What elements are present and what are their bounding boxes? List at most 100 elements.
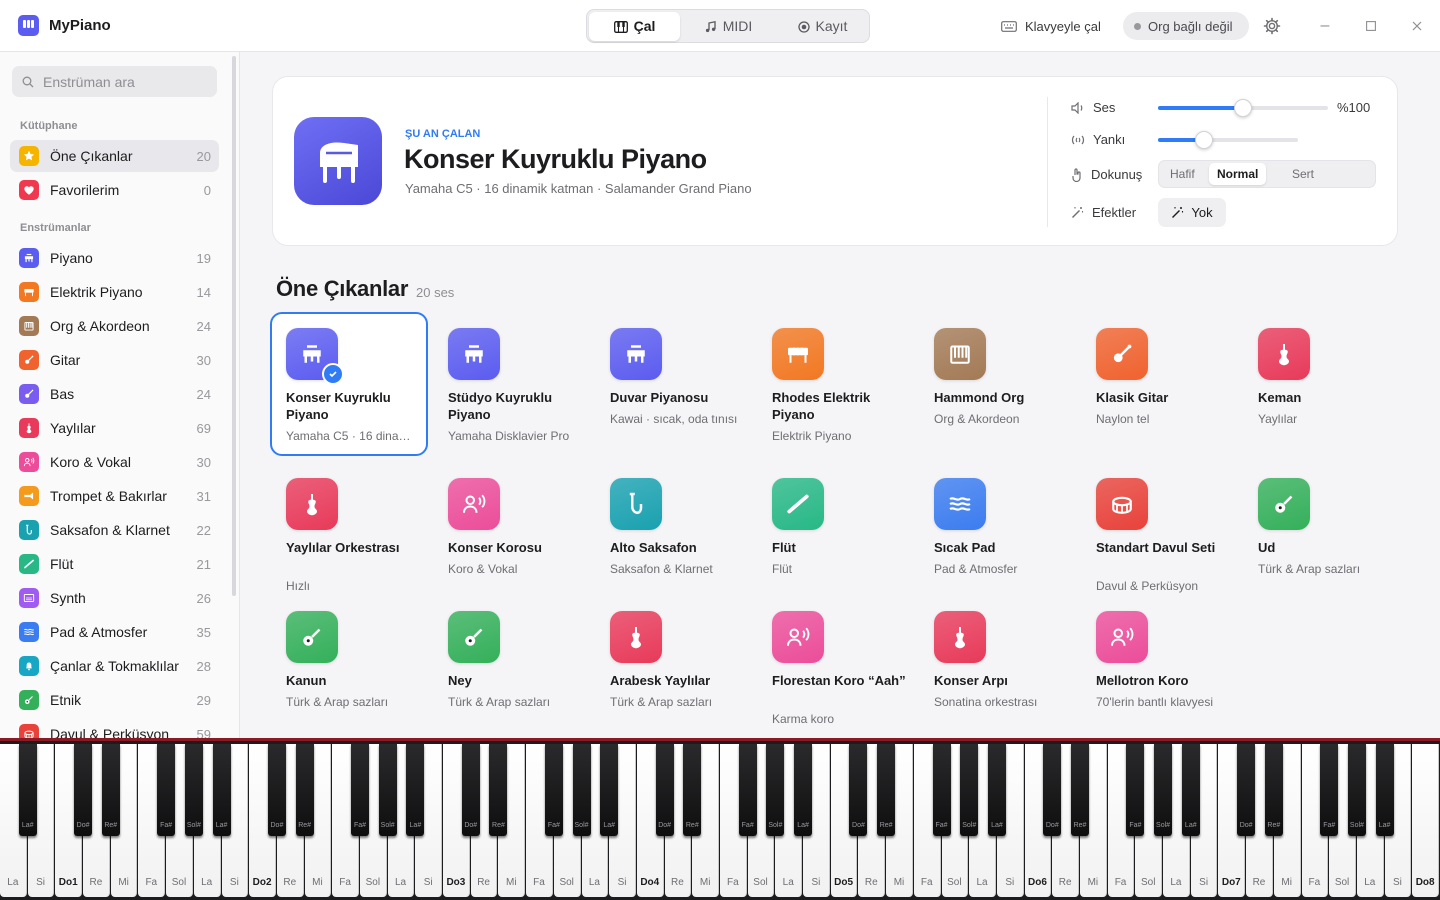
reverb-slider[interactable] xyxy=(1158,131,1298,149)
black-key[interactable]: Do# xyxy=(1237,744,1256,836)
reverb-slider-knob[interactable] xyxy=(1195,131,1213,149)
sidebar-item[interactable]: Flüt 21 xyxy=(10,548,219,580)
black-key-label: Sol# xyxy=(962,822,977,829)
black-key[interactable]: La# xyxy=(1181,744,1200,836)
close-icon[interactable] xyxy=(1407,16,1427,36)
instrument-card[interactable]: Mellotron Koro 70'lerin bantlı klavyesi xyxy=(1080,595,1238,739)
instrument-card[interactable]: Alto Saksafon Saksafon & Klarnet xyxy=(594,462,752,606)
black-key[interactable]: Re# xyxy=(489,744,508,836)
black-key[interactable]: Fa# xyxy=(157,744,176,836)
black-key[interactable]: La# xyxy=(794,744,813,836)
sidebar-item-label: Çanlar & Tokmaklılar xyxy=(50,658,179,674)
instrument-card[interactable]: Kanun Türk & Arap sazları xyxy=(270,595,428,739)
black-key[interactable]: Fa# xyxy=(1126,744,1145,836)
black-key-label: La# xyxy=(409,822,422,829)
instrument-card[interactable]: Konser Korosu Koro & Vokal xyxy=(432,462,590,606)
black-key[interactable]: Do# xyxy=(1043,744,1062,836)
black-key[interactable]: Sol# xyxy=(1154,744,1173,836)
black-key[interactable]: Fa# xyxy=(351,744,369,836)
black-key[interactable]: Re# xyxy=(101,744,120,836)
effects-button[interactable]: Yok xyxy=(1158,198,1226,227)
sidebar-item[interactable]: Synth 26 xyxy=(10,582,219,614)
volume-slider[interactable] xyxy=(1158,99,1328,117)
sidebar-item[interactable]: Öne Çıkanlar 20 xyxy=(10,140,219,172)
black-key[interactable]: Do# xyxy=(267,744,286,836)
instrument-card[interactable]: Duvar Piyanosu Kawai · sıcak, oda tınısı xyxy=(594,312,752,456)
app-logo-icon xyxy=(18,15,39,36)
black-key[interactable]: La# xyxy=(18,744,37,836)
sidebar-item[interactable]: Favorilerim 0 xyxy=(10,174,219,206)
sidebar-scrollbar[interactable] xyxy=(232,56,236,596)
black-key[interactable]: Sol# xyxy=(378,744,397,836)
tab-play[interactable]: Çal xyxy=(589,12,680,41)
sidebar-item[interactable]: Bas 24 xyxy=(10,378,219,410)
instrument-card[interactable]: Keman Yaylılar xyxy=(1242,312,1400,456)
sidebar-item[interactable]: Etnik 29 xyxy=(10,684,219,716)
gear-icon[interactable] xyxy=(1263,17,1281,35)
sidebar: Enstrüman ara Kütüphane Öne Çıkanlar 20 … xyxy=(0,52,240,738)
tab-record[interactable]: Kayıt xyxy=(777,12,868,41)
touch-option-light[interactable]: Hafif xyxy=(1162,163,1203,185)
black-key[interactable]: Fa# xyxy=(1320,744,1339,836)
black-key[interactable]: La# xyxy=(987,744,1006,836)
instrument-card[interactable]: Yaylılar Orkestrası Hızlı xyxy=(270,462,428,606)
search-input[interactable]: Enstrüman ara xyxy=(12,66,217,97)
instrument-card[interactable]: Klasik Gitar Naylon tel xyxy=(1080,312,1238,456)
instrument-card[interactable]: Konser Arpı Sonatina orkestrası xyxy=(918,595,1076,739)
black-key[interactable]: Re# xyxy=(683,744,702,836)
black-key[interactable]: Sol# xyxy=(1347,744,1366,836)
instrument-card[interactable]: Rhodes Elektrik Piyano Elektrik Piyano xyxy=(756,312,914,456)
sidebar-item[interactable]: Koro & Vokal 30 xyxy=(10,446,219,478)
touch-option-hard[interactable]: Sert xyxy=(1284,163,1322,185)
black-key[interactable]: Do# xyxy=(655,744,674,836)
black-key[interactable]: Fa# xyxy=(738,744,757,836)
black-key[interactable]: La# xyxy=(212,744,231,836)
black-key[interactable]: Sol# xyxy=(960,744,979,836)
black-key[interactable]: Do# xyxy=(74,744,93,836)
instrument-card[interactable]: Ud Türk & Arap sazları xyxy=(1242,462,1400,606)
black-key[interactable]: Do# xyxy=(461,744,480,836)
black-key[interactable]: Fa# xyxy=(932,744,951,836)
black-key[interactable]: Re# xyxy=(877,744,896,836)
sidebar-item[interactable]: Trompet & Bakırlar 31 xyxy=(10,480,219,512)
volume-slider-knob[interactable] xyxy=(1234,99,1252,117)
sidebar-item[interactable]: Pad & Atmosfer 35 xyxy=(10,616,219,648)
sidebar-item[interactable]: Elektrik Piyano 14 xyxy=(10,276,219,308)
keyboard-play-button[interactable]: Klavyeyle çal xyxy=(1001,0,1101,52)
black-key-label: La# xyxy=(991,822,1003,829)
sidebar-item[interactable]: Davul & Perküsyon 59 xyxy=(10,718,219,738)
black-key[interactable]: Re# xyxy=(1071,744,1089,836)
sidebar-item[interactable]: Org & Akordeon 24 xyxy=(10,310,219,342)
black-key-label: Fa# xyxy=(935,822,948,829)
instrument-card[interactable]: Ney Türk & Arap sazları xyxy=(432,595,590,739)
instrument-card[interactable]: Flüt Flüt xyxy=(756,462,914,606)
sidebar-item[interactable]: Piyano 19 xyxy=(10,242,219,274)
instrument-card[interactable]: Sıcak Pad Pad & Atmosfer xyxy=(918,462,1076,606)
instrument-card[interactable]: Standart Davul Seti Davul & Perküsyon xyxy=(1080,462,1238,606)
sidebar-item[interactable]: Gitar 30 xyxy=(10,344,219,376)
instrument-card[interactable]: Hammond Org Org & Akordeon xyxy=(918,312,1076,456)
instrument-card[interactable]: Arabesk Yaylılar Türk & Arap sazları xyxy=(594,595,752,739)
black-key[interactable]: Sol# xyxy=(766,744,785,836)
black-key[interactable]: Re# xyxy=(295,744,314,836)
black-key[interactable]: Sol# xyxy=(184,744,203,836)
black-key[interactable]: Re# xyxy=(1264,744,1283,836)
sidebar-item[interactable]: Çanlar & Tokmaklılar 28 xyxy=(10,650,219,682)
tab-midi[interactable]: MIDI xyxy=(683,12,774,41)
black-key[interactable]: La# xyxy=(1375,744,1394,836)
black-key[interactable]: La# xyxy=(406,744,425,836)
minimize-icon[interactable]: – xyxy=(1315,16,1335,36)
black-key[interactable]: La# xyxy=(600,744,619,836)
black-key[interactable]: Do# xyxy=(849,744,868,836)
black-key[interactable]: Fa# xyxy=(544,744,563,836)
touch-option-normal[interactable]: Normal xyxy=(1209,163,1267,185)
sidebar-item[interactable]: Yaylılar 69 xyxy=(10,412,219,444)
waves-icon xyxy=(949,497,971,511)
org-status-badge[interactable]: Org bağlı değil xyxy=(1123,12,1249,40)
instrument-card[interactable]: Stüdyo Kuyruklu Piyano Yamaha Disklavier… xyxy=(432,312,590,456)
instrument-card[interactable]: Konser Kuyruklu Piyano Yamaha C5 · 16 di… xyxy=(270,312,428,456)
black-key[interactable]: Sol# xyxy=(572,744,591,836)
sidebar-item[interactable]: Saksafon & Klarnet 22 xyxy=(10,514,219,546)
maximize-icon[interactable] xyxy=(1361,16,1381,36)
instrument-card[interactable]: Florestan Koro “Aah” Karma koro xyxy=(756,595,914,739)
